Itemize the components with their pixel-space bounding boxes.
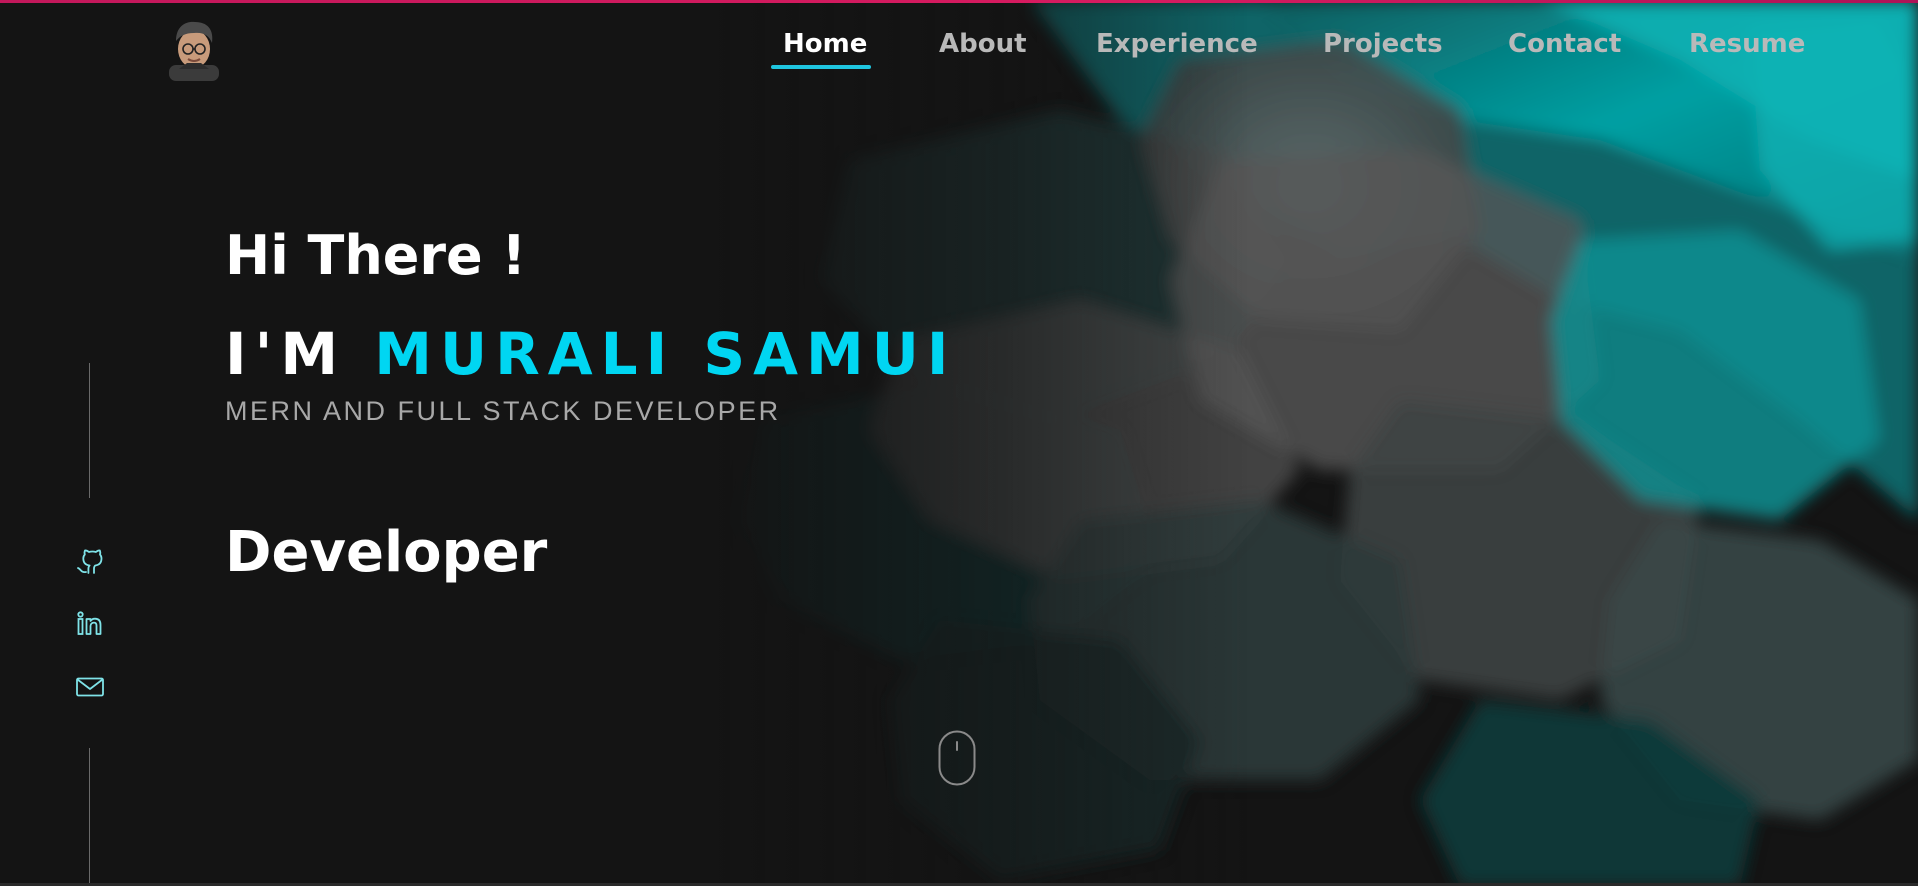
top-accent-strip bbox=[0, 0, 1918, 3]
linkedin-link[interactable] bbox=[74, 608, 106, 640]
mail-link[interactable] bbox=[74, 671, 106, 703]
avatar-logo[interactable] bbox=[167, 19, 221, 81]
hero-typed-word: Developer bbox=[225, 520, 548, 585]
github-icon bbox=[77, 549, 103, 574]
hero-role: MERN AND FULL STACK DEVELOPER bbox=[225, 396, 781, 426]
navbar: Home About Experience Projects Contact R… bbox=[0, 3, 1918, 93]
nav-resume[interactable]: Resume bbox=[1689, 29, 1805, 59]
nav-contact[interactable]: Contact bbox=[1508, 29, 1621, 59]
nav-active-underline bbox=[771, 65, 871, 69]
mouse-scroll-icon bbox=[938, 730, 976, 786]
github-link[interactable] bbox=[74, 545, 106, 577]
hero-section: Hi There ! I'M MURALI SAMUI MERN AND FUL… bbox=[0, 0, 948, 886]
social-rail-line-top bbox=[89, 363, 90, 498]
hero-name: I'M MURALI SAMUI bbox=[225, 320, 956, 388]
hero-name-prefix: I'M bbox=[225, 320, 347, 388]
mail-icon bbox=[76, 677, 104, 697]
hero-name-highlight: MURALI SAMUI bbox=[374, 320, 957, 388]
nav-home[interactable]: Home bbox=[783, 29, 867, 59]
nav-experience[interactable]: Experience bbox=[1096, 29, 1258, 59]
nav-about[interactable]: About bbox=[939, 29, 1027, 59]
avatar-cartoon-icon bbox=[169, 21, 219, 81]
hero-greeting: Hi There ! bbox=[225, 224, 527, 287]
nav-projects[interactable]: Projects bbox=[1323, 29, 1443, 59]
scroll-down-indicator[interactable] bbox=[938, 730, 976, 786]
social-rail-line-bottom bbox=[89, 748, 90, 886]
linkedin-icon bbox=[77, 611, 102, 635]
